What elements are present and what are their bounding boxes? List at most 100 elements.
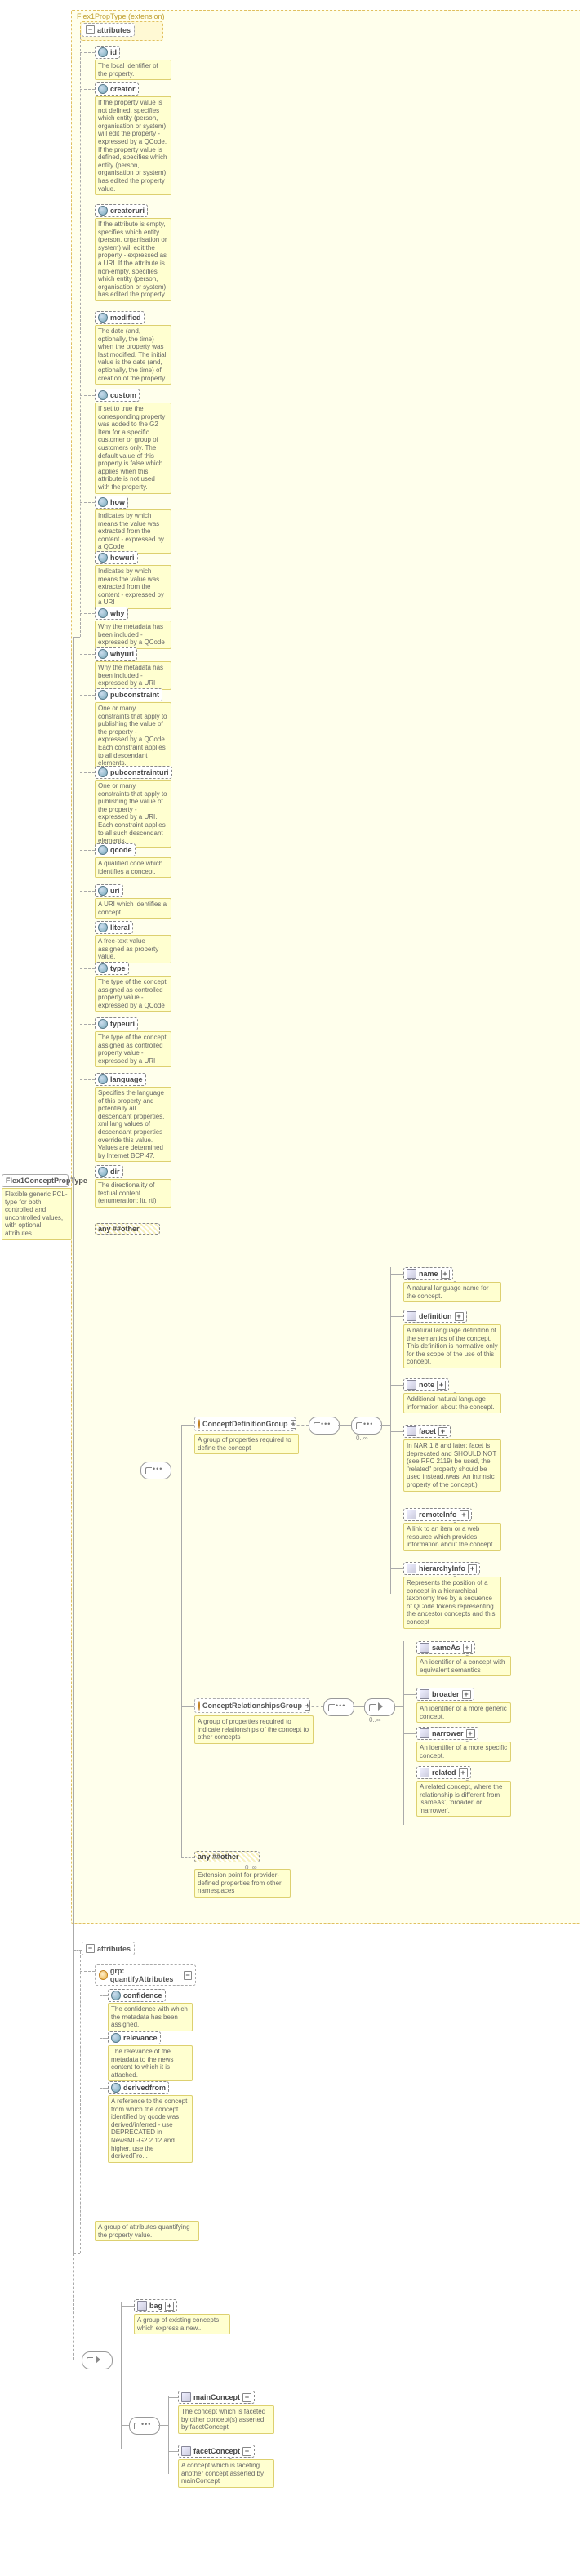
element-icon — [420, 1728, 429, 1738]
collapse-icon[interactable]: − — [86, 1944, 95, 1953]
attr-desc-qcode: A qualified code which identifies a conc… — [95, 857, 171, 878]
def-child-definition[interactable]: definition+ — [403, 1310, 467, 1323]
expand-icon[interactable]: + — [242, 2447, 251, 2456]
expand-icon[interactable]: + — [437, 1381, 446, 1390]
expand-icon[interactable]: + — [459, 1768, 468, 1777]
choice-tail — [82, 2351, 113, 2369]
expand-icon[interactable]: + — [165, 2302, 174, 2311]
attr-desc-uri: A URI which identifies a concept. — [95, 898, 171, 919]
def-child-note[interactable]: note+ — [403, 1378, 449, 1391]
rel-child-narrower[interactable]: narrower+ — [416, 1727, 478, 1740]
attr-desc-id: The local identifier of the property. — [95, 60, 171, 80]
attr-creator[interactable]: creator — [95, 82, 139, 96]
root-type-desc: Flexible generic PCL-type for both contr… — [2, 1188, 72, 1240]
attr-type[interactable]: type — [95, 962, 129, 975]
concept-def-group[interactable]: ConceptDefinitionGroup+ — [194, 1417, 296, 1431]
expand-icon[interactable]: + — [460, 1510, 469, 1519]
def-child-desc: Represents the position of a concept in … — [403, 1577, 501, 1629]
tail-mainConcept[interactable]: mainConcept+ — [178, 2391, 255, 2404]
def-child-remoteInfo[interactable]: remoteInfo+ — [403, 1508, 472, 1521]
rel-child-desc: A related concept, where the relationshi… — [416, 1781, 511, 1817]
extension-label: Flex1PropType (extension) — [77, 12, 165, 20]
tail-bag[interactable]: bag+ — [134, 2299, 177, 2312]
expand-icon[interactable]: + — [438, 1427, 447, 1436]
concept-rel-desc: A group of properties required to indica… — [194, 1715, 314, 1744]
attr-desc-whyuri: Why the metadata has been included - exp… — [95, 661, 171, 690]
seq-defgroup — [309, 1417, 340, 1435]
attr-desc-why: Why the metadata has been included - exp… — [95, 621, 171, 649]
def-child-facet[interactable]: facet+ — [403, 1425, 451, 1438]
expand-icon[interactable]: + — [468, 1564, 477, 1573]
group-icon — [198, 1701, 200, 1711]
expand-icon[interactable]: + — [463, 1644, 472, 1653]
attr-whyuri[interactable]: whyuri — [95, 647, 137, 661]
attr-id[interactable]: id — [95, 46, 120, 59]
seq-tail — [129, 2417, 160, 2435]
attr-qcode[interactable]: qcode — [95, 843, 136, 856]
attr-how[interactable]: how — [95, 496, 128, 509]
element-icon — [407, 1564, 416, 1573]
def-child-desc: Additional natural language information … — [403, 1393, 501, 1413]
attr-custom[interactable]: custom — [95, 389, 140, 402]
collapse-icon[interactable]: − — [184, 1971, 192, 1980]
attr-dir[interactable]: dir — [95, 1165, 123, 1178]
attributes-group[interactable]: −attributes — [82, 23, 135, 37]
attr-pubconstrainturi[interactable]: pubconstrainturi — [95, 766, 172, 779]
quant-attr-confidence[interactable]: confidence — [108, 1989, 166, 2002]
quant-attr-derivedfrom[interactable]: derivedfrom — [108, 2081, 169, 2094]
attr-literal[interactable]: literal — [95, 921, 133, 934]
expand-icon[interactable]: + — [291, 1420, 296, 1429]
def-child-hierarchyInfo[interactable]: hierarchyInfo+ — [403, 1562, 480, 1575]
quant-desc: A reference to the concept from which th… — [108, 2095, 193, 2163]
root-type-name: Flex1ConceptPropType — [6, 1177, 87, 1185]
def-child-desc: A natural language definition of the sem… — [403, 1324, 501, 1368]
attr-icon — [98, 963, 108, 973]
attr-desc-pubconstrainturi: One or many constraints that apply to pu… — [95, 780, 171, 848]
element-icon — [407, 1380, 416, 1390]
element-icon — [420, 1689, 429, 1699]
element-icon — [181, 2446, 191, 2456]
attr-desc-typeuri: The type of the concept assigned as cont… — [95, 1031, 171, 1067]
any-other-bottom[interactable]: any ##other — [194, 1851, 260, 1862]
attr-desc-pubconstraint: One or many constraints that apply to pu… — [95, 702, 171, 770]
sequence-main — [140, 1462, 171, 1479]
rel-child-sameAs[interactable]: sameAs+ — [416, 1641, 475, 1654]
attr-desc-language: Specifies the language of this property … — [95, 1087, 171, 1162]
rel-child-broader[interactable]: broader+ — [416, 1688, 474, 1701]
expand-icon[interactable]: + — [466, 1729, 475, 1738]
attributes-group-2[interactable]: −attributes — [82, 1942, 135, 1955]
attr-creatoruri[interactable]: creatoruri — [95, 204, 148, 217]
root-type[interactable]: Flex1ConceptPropType — [2, 1174, 69, 1187]
expand-icon[interactable]: + — [305, 1702, 310, 1711]
expand-icon[interactable]: + — [455, 1312, 464, 1321]
attr-icon — [98, 649, 108, 659]
attr-desc-dir: The directionality of textual content (e… — [95, 1179, 171, 1208]
attr-howuri[interactable]: howuri — [95, 551, 138, 564]
element-icon — [407, 1311, 416, 1321]
tail-facetConcept[interactable]: facetConcept+ — [178, 2445, 255, 2458]
element-icon — [420, 1768, 429, 1777]
rel-child-related[interactable]: related+ — [416, 1766, 471, 1779]
attr-desc-creatoruri: If the attribute is empty, specifies whi… — [95, 218, 171, 301]
concept-rel-group[interactable]: ConceptRelationshipsGroup+ — [194, 1698, 310, 1713]
concept-def-desc: A group of properties required to define… — [194, 1434, 299, 1454]
attr-language[interactable]: language — [95, 1073, 146, 1086]
expand-icon[interactable]: + — [441, 1270, 450, 1279]
attr-icon — [98, 84, 108, 94]
attr-why[interactable]: why — [95, 607, 128, 620]
any-other-top[interactable]: any ##other — [95, 1223, 160, 1235]
quant-attr-relevance[interactable]: relevance — [108, 2031, 161, 2044]
def-child-desc: A natural language name for the concept. — [403, 1282, 501, 1302]
expand-icon[interactable]: + — [242, 2393, 251, 2402]
attr-uri[interactable]: uri — [95, 884, 123, 897]
quantify-attributes-group[interactable]: grp: quantifyAttributes− — [95, 1964, 196, 1986]
collapse-icon[interactable]: − — [86, 25, 95, 34]
element-icon — [407, 1426, 416, 1436]
attr-typeuri[interactable]: typeuri — [95, 1017, 138, 1030]
def-child-name[interactable]: name+ — [403, 1267, 453, 1280]
attr-pubconstraint[interactable]: pubconstraint — [95, 688, 162, 701]
expand-icon[interactable]: + — [462, 1690, 471, 1699]
def-child-desc: A link to an item or a web resource whic… — [403, 1523, 501, 1551]
attr-modified[interactable]: modified — [95, 311, 145, 324]
attr-icon — [111, 1991, 121, 2000]
